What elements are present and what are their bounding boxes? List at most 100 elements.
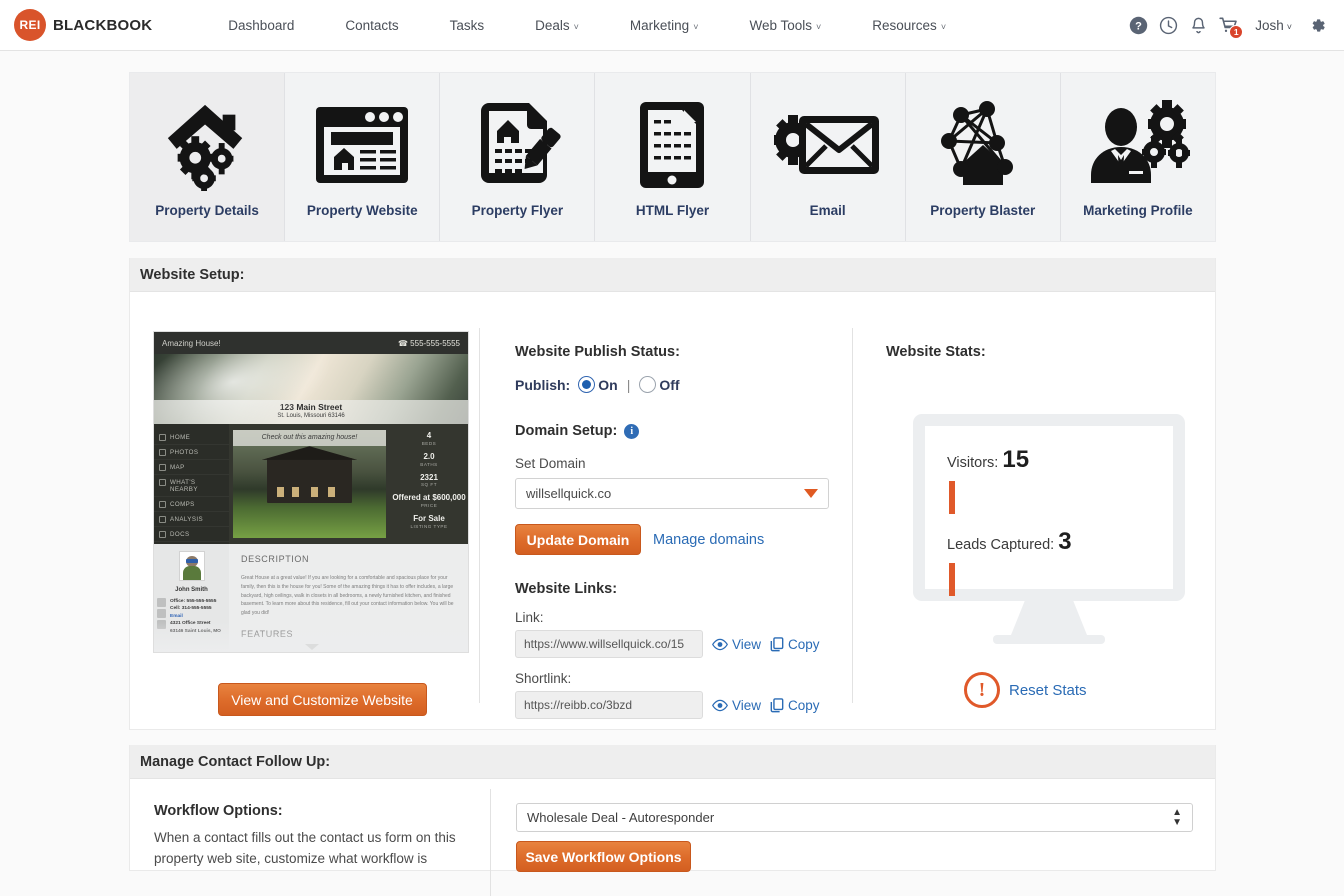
copy-link-button[interactable]: Copy	[770, 637, 820, 652]
nav-item-tasks[interactable]: Tasks	[450, 18, 485, 33]
domain-select[interactable]: willsellquick.co	[515, 478, 829, 509]
tablet-document-icon	[632, 95, 712, 195]
chevron-down-icon	[304, 644, 319, 650]
view-link-button[interactable]: View	[712, 637, 761, 652]
settings-gear-icon[interactable]	[1302, 10, 1332, 40]
link-row: https://www.willsellquick.co/15 View Cop…	[515, 630, 852, 658]
preview-stat-label: BEDS	[421, 440, 437, 446]
preview-description-body: Great House at a great value! If you are…	[241, 575, 454, 616]
manage-domains-link[interactable]: Manage domains	[653, 532, 764, 548]
nav-item-contacts[interactable]: Contacts	[345, 18, 398, 33]
website-preview-thumbnail[interactable]: Amazing House! ☎ 555-555-5555 123 Main S…	[154, 332, 468, 652]
shortlink-row: https://reibb.co/3bzd View Copy	[515, 691, 852, 719]
notification-bell-icon[interactable]	[1183, 10, 1213, 40]
preview-stat-value: 2321	[420, 472, 438, 482]
info-icon[interactable]: i	[624, 423, 640, 439]
history-clock-icon[interactable]	[1153, 10, 1183, 40]
view-label: View	[732, 636, 762, 652]
nav-label: Tasks	[449, 17, 485, 33]
save-workflow-options-button[interactable]: Save Workflow Options	[516, 841, 691, 872]
website-stats-title: Website Stats:	[886, 344, 986, 360]
publish-on-label: On	[598, 376, 618, 393]
website-setup-header: Website Setup:	[130, 258, 1215, 292]
envelope-gear-icon	[773, 95, 883, 195]
nav-item-deals[interactable]: Deals ˅	[535, 18, 579, 33]
avatar	[178, 551, 205, 581]
svg-text:?: ?	[1135, 20, 1142, 32]
link-input[interactable]: https://www.willsellquick.co/15	[515, 630, 703, 658]
mobile-icon	[157, 609, 166, 618]
preview-hero-image: 123 Main Street St. Louis, Missouri 6314…	[154, 354, 468, 424]
preview-agent-name: John Smith	[175, 587, 208, 593]
domain-select-value: willsellquick.co	[526, 486, 612, 501]
publish-on-radio[interactable]	[578, 376, 596, 393]
tab-property-details[interactable]: Property Details	[130, 73, 286, 241]
eye-icon	[712, 638, 728, 650]
preview-stat-label: LISTING TYPE	[410, 523, 448, 529]
tab-label: Property Flyer	[471, 203, 564, 218]
copy-shortlink-button[interactable]: Copy	[770, 698, 820, 713]
phone-icon	[157, 598, 166, 607]
publish-off-radio[interactable]	[639, 376, 657, 393]
monitor-base	[993, 635, 1105, 644]
nav-label: Contacts	[345, 17, 399, 33]
view-and-customize-website-button[interactable]: View and Customize Website	[217, 683, 427, 716]
preview-stat-value: 4	[426, 431, 432, 440]
tab-property-flyer[interactable]: Property Flyer	[440, 73, 596, 241]
tab-label: Email	[809, 203, 846, 218]
nav-item-resources[interactable]: Resources ˅	[872, 18, 946, 33]
leads-value: 3	[1058, 528, 1072, 555]
update-domain-button[interactable]: Update Domain	[515, 524, 641, 555]
preview-nav-whats-nearby: WHAT'S NEARBY	[154, 475, 229, 497]
tab-label: Property Website	[306, 203, 418, 218]
copy-label: Copy	[788, 636, 820, 652]
workflow-select[interactable]: Wholesale Deal - Autoresponder ▲ ▼	[516, 803, 1193, 832]
tab-property-website[interactable]: Property Website	[285, 73, 441, 241]
tab-label: HTML Flyer	[635, 203, 710, 218]
chevron-down-icon: ˅	[1286, 21, 1292, 32]
publish-separator: |	[626, 376, 631, 393]
user-menu[interactable]: Josh ˅	[1255, 18, 1292, 33]
nav-item-web-tools[interactable]: Web Tools ˅	[749, 18, 821, 33]
preview-stat-value: Offered at $600,000	[392, 493, 466, 503]
preview-agent-cell: Cell: 314-555-5555	[170, 606, 212, 612]
workflow-info-column: Workflow Options: When a contact fills o…	[130, 803, 490, 872]
nav-item-marketing[interactable]: Marketing ˅	[630, 18, 699, 33]
preview-stat-label: PRICE	[420, 503, 438, 509]
tab-label: Property Details	[155, 203, 259, 218]
chevron-down-icon: ˅	[940, 21, 947, 32]
set-domain-label: Set Domain	[515, 456, 586, 471]
publish-off-label: Off	[659, 376, 680, 393]
publish-settings-column: Website Publish Status: Publish: On | Of…	[479, 292, 853, 729]
copy-icon	[770, 636, 784, 651]
preview-nav-docs: DOCS	[154, 527, 229, 542]
tab-property-blaster[interactable]: Property Blaster	[906, 73, 1061, 241]
shopping-cart-icon[interactable]: 1	[1213, 10, 1244, 40]
workflow-select-value: Wholesale Deal - Autoresponder	[527, 810, 715, 825]
reset-stats-button[interactable]: ! Reset Stats	[964, 672, 1215, 708]
help-icon[interactable]: ?	[1123, 10, 1153, 40]
preview-address-block: 123 Main Street St. Louis, Missouri 6314…	[154, 400, 468, 424]
house-gears-icon	[158, 95, 256, 195]
top-navigation-bar: REI BLACKBOOK Dashboard Contacts Tasks D…	[0, 0, 1344, 51]
document-pencil-icon	[469, 95, 565, 195]
preview-address-line1: 123 Main Street	[279, 402, 343, 413]
shortlink-input[interactable]: https://reibb.co/3bzd	[515, 691, 703, 719]
tab-html-flyer[interactable]: HTML Flyer	[595, 73, 751, 241]
chevron-down-icon: ˅	[573, 21, 579, 32]
tab-email[interactable]: Email	[751, 73, 906, 241]
column-divider	[490, 789, 491, 896]
manage-contact-follow-up-header: Manage Contact Follow Up:	[130, 745, 1215, 779]
feature-tab-strip: Property Details Property Website Proper…	[129, 72, 1216, 242]
monitor-stand	[1011, 601, 1087, 635]
view-shortlink-button[interactable]: View	[712, 698, 761, 713]
tab-marketing-profile[interactable]: Marketing Profile	[1061, 73, 1215, 241]
brand-logo[interactable]: REI BLACKBOOK	[14, 9, 152, 41]
preview-description-heading: DESCRIPTION	[241, 554, 310, 564]
cart-count-badge: 1	[1229, 25, 1244, 39]
nav-item-dashboard[interactable]: Dashboard	[228, 18, 294, 33]
main-nav-links: Dashboard Contacts Tasks Deals ˅ Marketin…	[228, 18, 997, 33]
workflow-options-description: When a contact fills out the contact us …	[154, 830, 456, 866]
leads-label: Leads Captured:	[947, 537, 1055, 553]
tab-label: Property Blaster	[930, 203, 1036, 218]
